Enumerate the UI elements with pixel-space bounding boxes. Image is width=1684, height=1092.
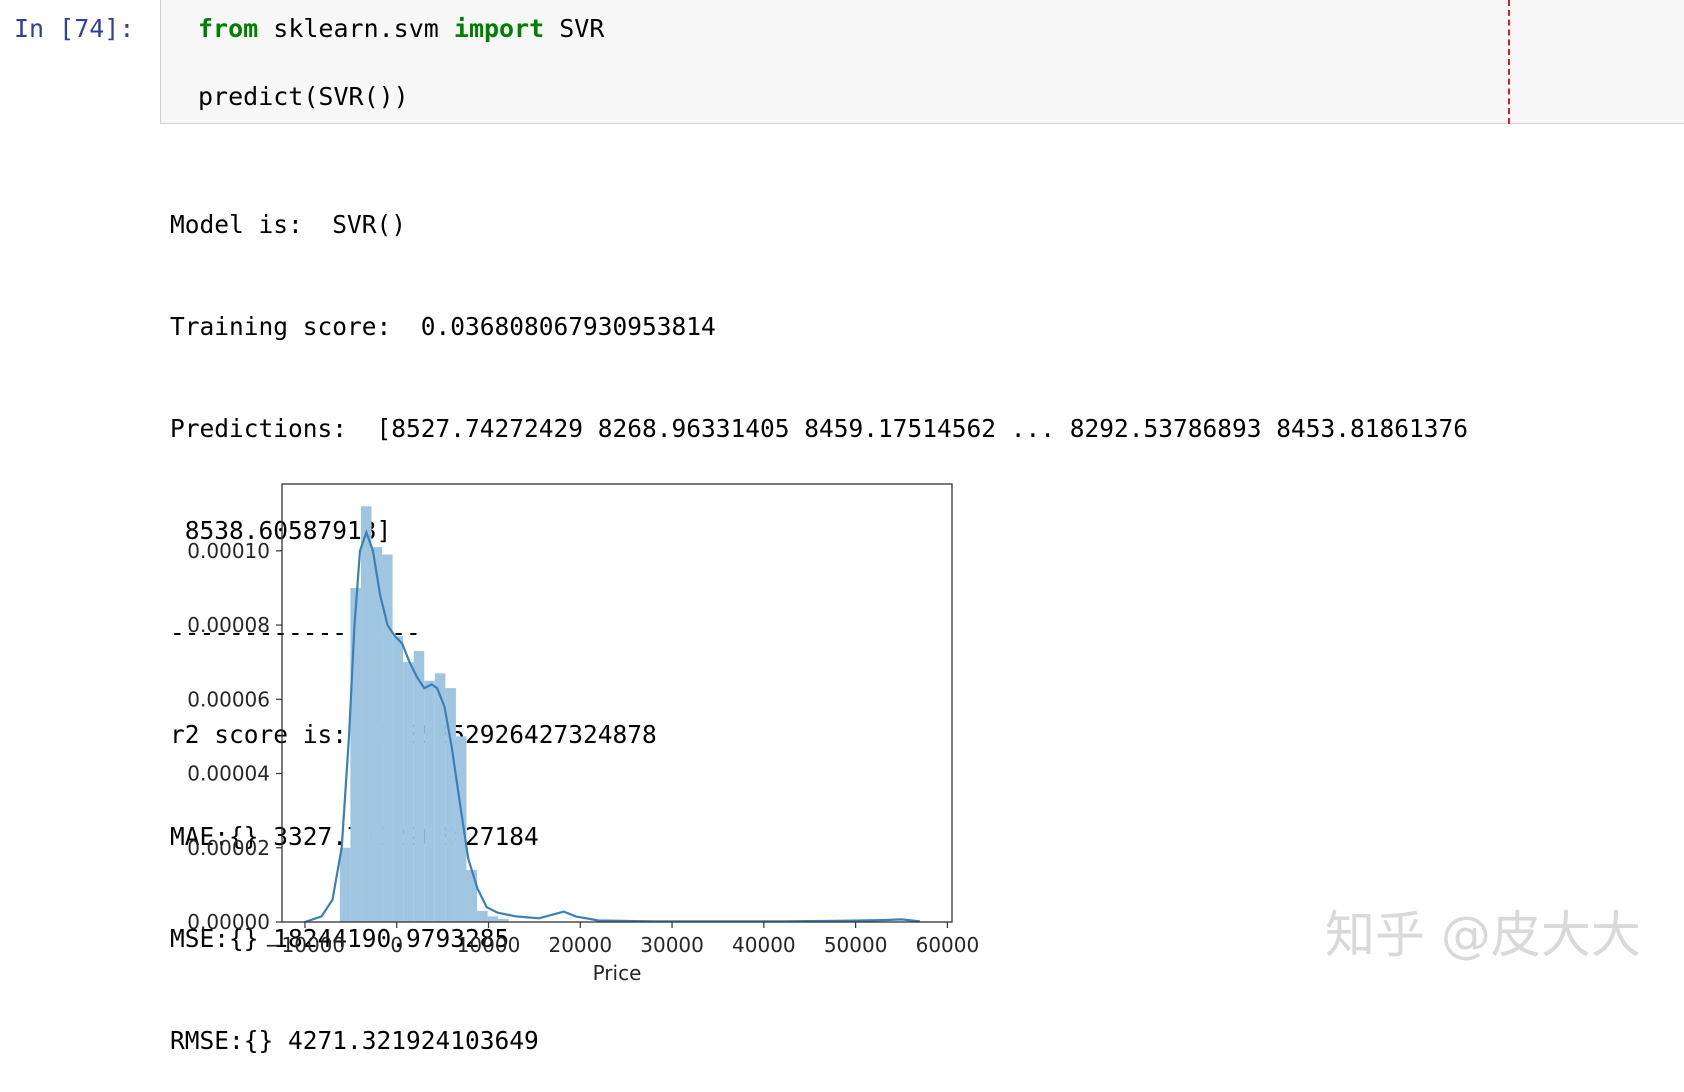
histogram-bar (424, 680, 435, 922)
code-module: sklearn.svm (258, 14, 454, 43)
x-tick-label: 10000 (457, 933, 521, 957)
x-tick-label: 30000 (640, 933, 704, 957)
line-length-ruler (1508, 0, 1510, 124)
histogram-bar (413, 651, 425, 922)
x-tick-label: −10000 (265, 933, 345, 957)
y-tick-label: 0.00002 (187, 836, 270, 860)
y-tick-label: 0.00008 (187, 613, 270, 637)
output-line: Predictions: [8527.74272429 8268.9633140… (170, 414, 1469, 443)
histogram-bar (350, 587, 361, 922)
histogram-bar (487, 916, 499, 922)
histogram-bar (434, 673, 446, 922)
keyword-import: import (453, 14, 545, 43)
histogram-bar (360, 506, 372, 922)
code-line-1: from sklearn.svm import SVR (198, 14, 604, 43)
x-tick-label: 20000 (548, 933, 612, 957)
x-tick-label: 50000 (824, 933, 888, 957)
y-tick-label: 0.00006 (187, 687, 270, 711)
watermark-text: 知乎 @皮大大 (1325, 906, 1641, 964)
price-distribution-chart: 0.00000 0.00002 0.00004 0.00006 0.00008 0.000… (187, 483, 980, 985)
histogram-bar (371, 547, 383, 922)
output-line: Model is: SVR() (170, 210, 407, 239)
keyword-from: from (198, 14, 259, 43)
cell-prompt: In [74]: (14, 14, 135, 43)
x-tick-label: 60000 (916, 933, 980, 957)
output-line: RMSE:{} 4271.321924103649 (170, 1026, 539, 1055)
histogram-bar (466, 870, 478, 922)
histogram-bar (392, 636, 404, 922)
histogram-bar (403, 662, 414, 922)
y-tick-label: 0.00000 (187, 910, 270, 934)
y-tick-label: 0.00004 (187, 762, 270, 786)
code-line-2: predict(SVR()) (198, 82, 409, 111)
x-tick-label: 0 (390, 933, 403, 957)
code-import-name: SVR (544, 14, 605, 43)
y-tick-label: 0.00010 (187, 539, 270, 563)
output-line: Training score: 0.036808067930953814 (170, 312, 716, 341)
histogram-bar (477, 910, 488, 922)
x-tick-label: 40000 (732, 933, 796, 957)
histogram-bar (339, 847, 351, 922)
x-axis-label: Price (593, 961, 642, 985)
